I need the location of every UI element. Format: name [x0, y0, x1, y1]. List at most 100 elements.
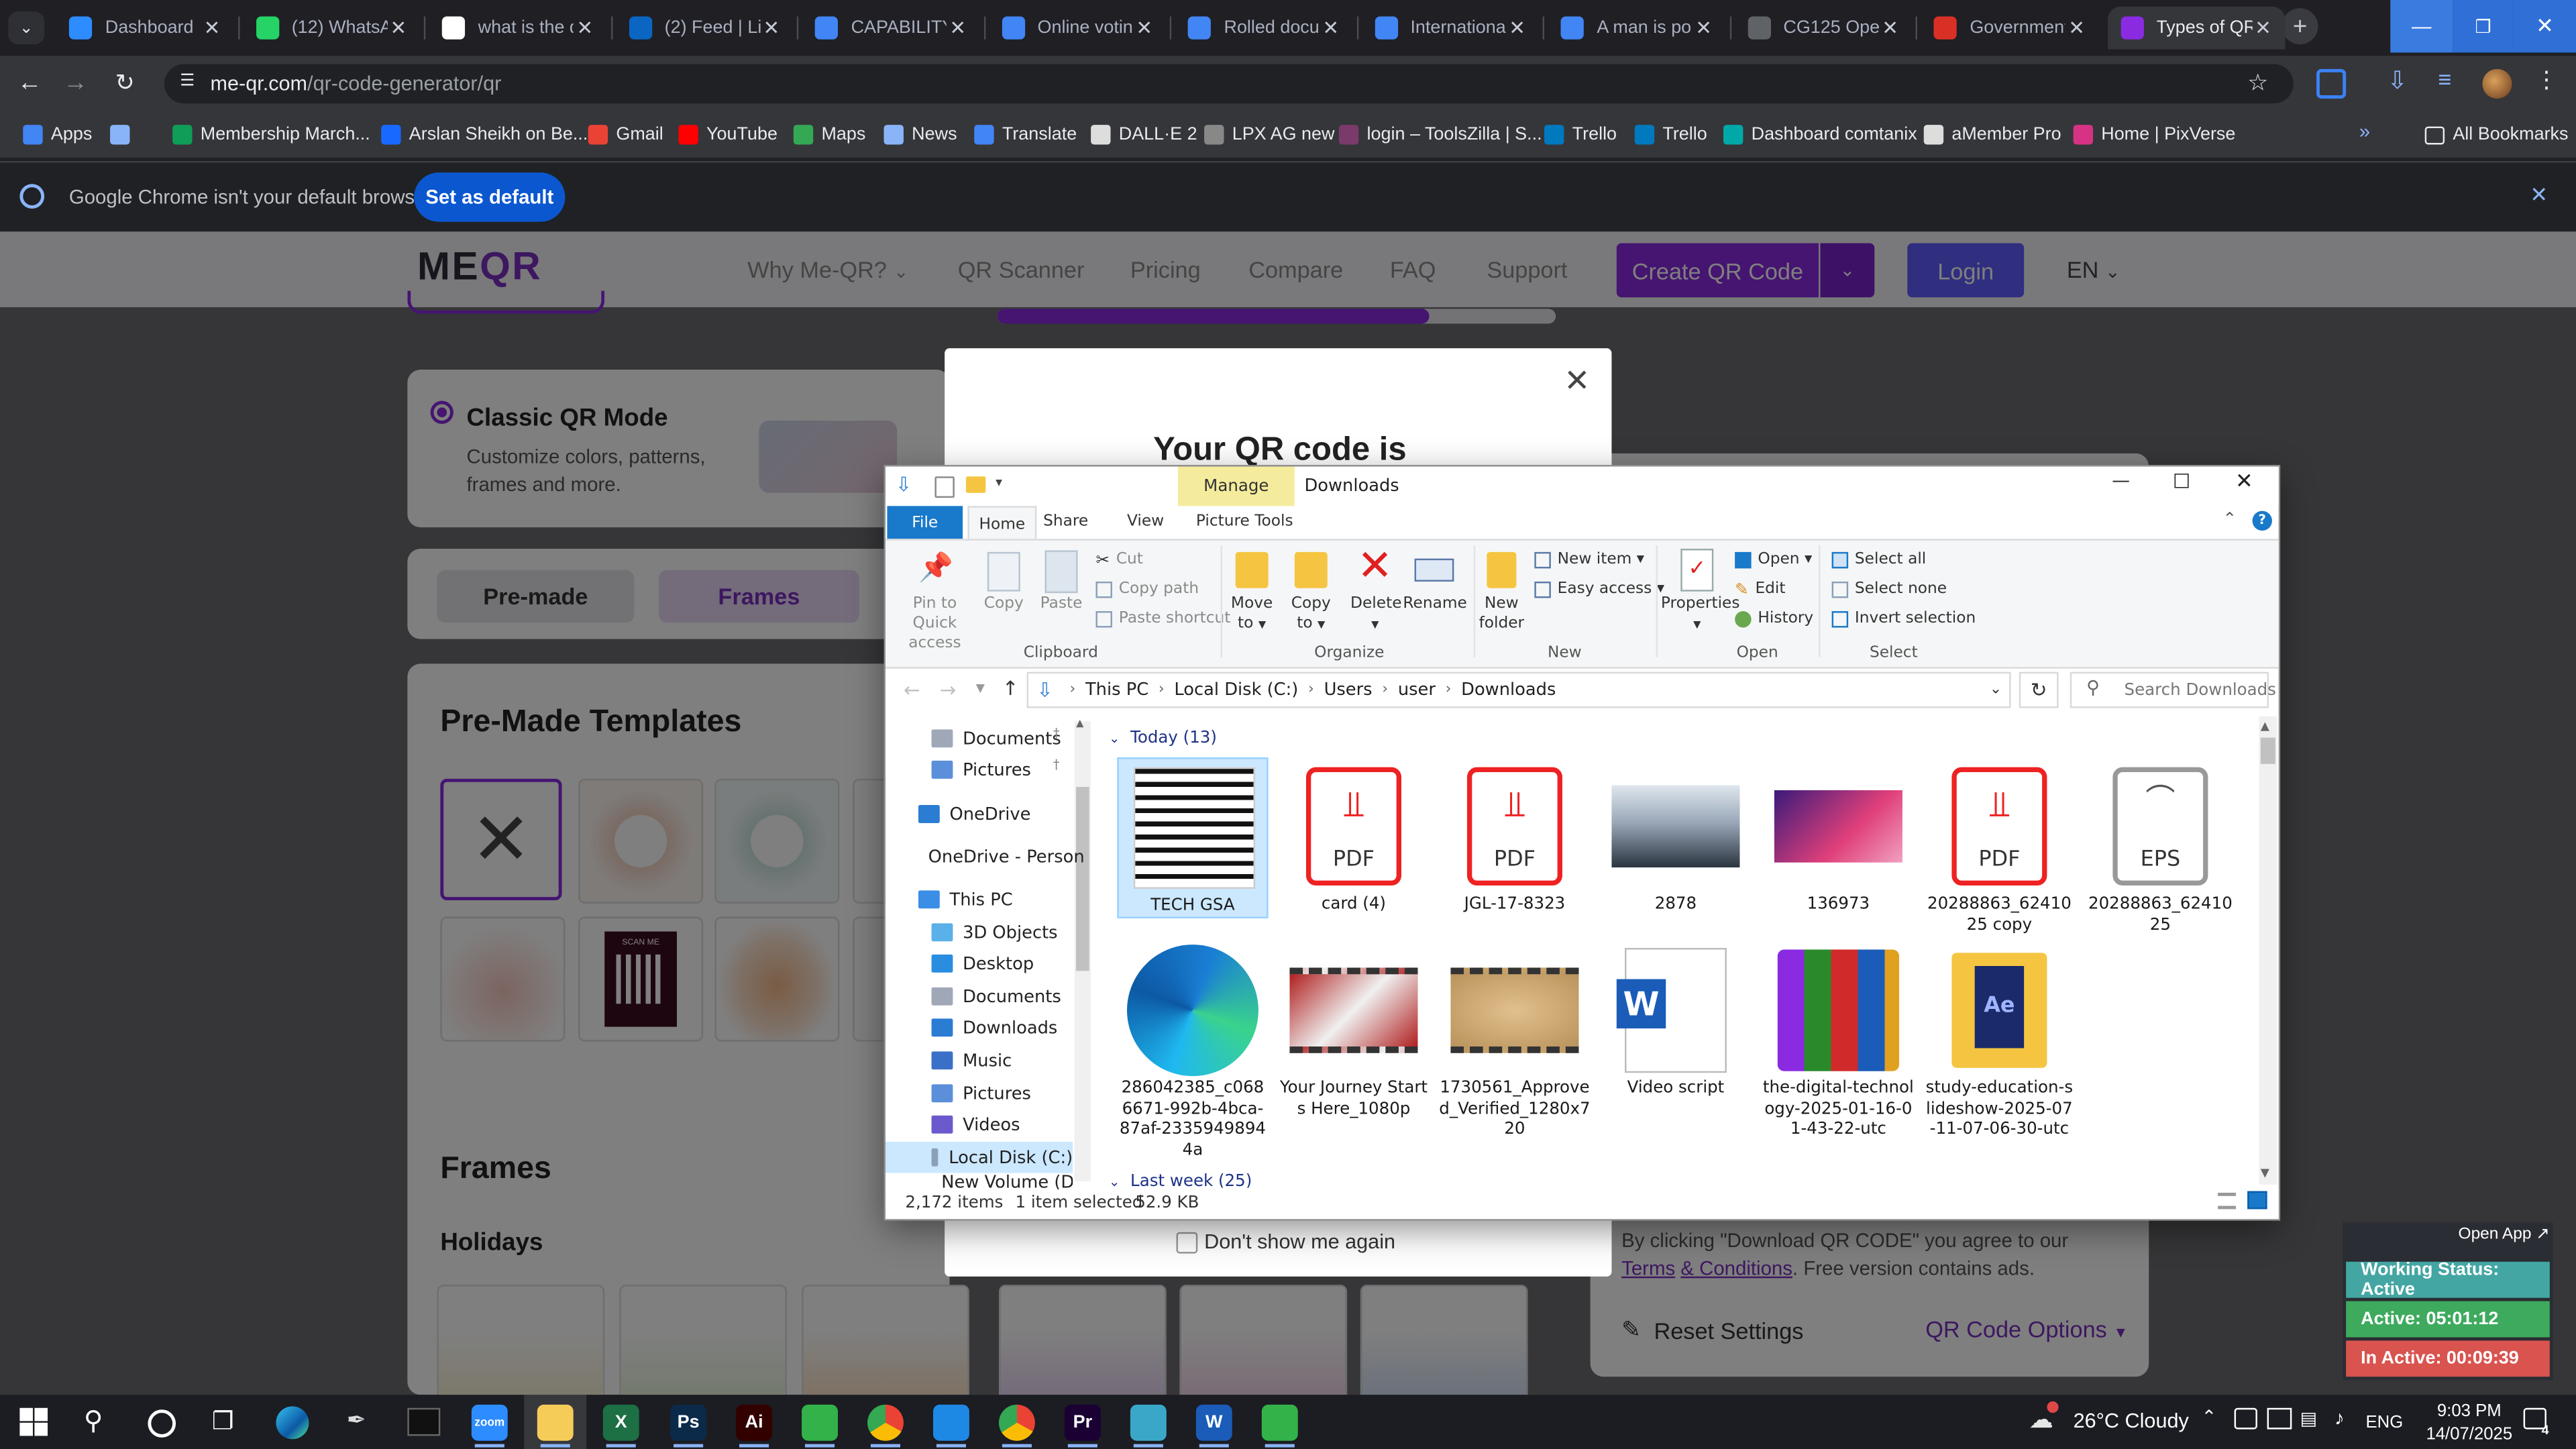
browser-tab[interactable]: Online voting ✕	[988, 7, 1165, 50]
illustrator-icon[interactable]: Ai	[736, 1404, 773, 1441]
site-nav-item[interactable]: Support	[1487, 256, 1567, 282]
file-item[interactable]: 2878	[1600, 757, 1751, 916]
pin-icon[interactable]: †	[1053, 726, 1060, 741]
bookmarks-overflow-icon[interactable]: »	[2359, 120, 2370, 143]
properties-button[interactable]: Properties ▼	[1661, 595, 1740, 636]
breadcrumb-item[interactable]: Downloads	[1461, 680, 1556, 700]
nav-item[interactable]: Music	[885, 1045, 1073, 1077]
explorer-minimize-button[interactable]: —	[2101, 470, 2141, 502]
browser-tab[interactable]: (2) Feed | Lin✕	[615, 7, 792, 50]
address-dropdown-icon[interactable]: ⌄	[1990, 682, 2002, 698]
large-icons-view-icon[interactable]	[2247, 1191, 2267, 1210]
qat-customize-icon[interactable]: ▾	[996, 475, 1002, 490]
nav-item[interactable]: OneDrive - Person	[885, 841, 1085, 873]
paste-shortcut-button[interactable]: Paste shortcut	[1095, 610, 1230, 628]
paste-button[interactable]: Paste	[1036, 595, 1085, 613]
forward-button[interactable]: →	[59, 69, 92, 99]
browser-tab[interactable]: International ✕	[1361, 7, 1538, 50]
download-icon[interactable]: ⇩	[2387, 66, 2408, 95]
explorer-maximize-button[interactable]: ☐	[2162, 470, 2202, 502]
file-item[interactable]: 1730561_Approved_Verified_1280x720	[1439, 941, 1591, 1141]
chrome-menu-icon[interactable]: ⋮	[2535, 66, 2558, 94]
easy-access-button[interactable]: Easy access ▼	[1534, 580, 1664, 598]
tab-close-icon[interactable]: ✕	[201, 16, 223, 39]
ribbon-collapse-icon[interactable]: ⌃	[2222, 511, 2237, 529]
bookmark-item[interactable]: YouTube	[678, 121, 777, 148]
nav-item[interactable]: New Volume (D:)	[885, 1173, 1073, 1189]
nav-item[interactable]: Documents	[885, 981, 1073, 1012]
clock-date[interactable]: 14/07/2025	[2422, 1424, 2517, 1444]
greenshot-icon[interactable]	[802, 1404, 838, 1441]
network-icon[interactable]	[2267, 1407, 2292, 1430]
browser-tab[interactable]: Dashboard ✕	[56, 7, 233, 50]
tab-close-icon[interactable]: ✕	[1320, 16, 1342, 39]
excel-icon[interactable]: X	[602, 1404, 639, 1441]
nav-item[interactable]: Local Disk (C:)	[885, 1142, 1073, 1173]
site-nav-item[interactable]: Pricing	[1130, 256, 1201, 282]
file-item[interactable]: the-digital-technology-2025-01-16-01-43-…	[1763, 941, 1914, 1141]
terminal-taskbar-icon[interactable]	[407, 1407, 441, 1436]
wifi-icon[interactable]: ▤	[2300, 1408, 2317, 1429]
infobar-close-icon[interactable]: ✕	[2530, 182, 2548, 209]
site-nav-item[interactable]: Why Me-QR? ⌄	[747, 256, 908, 282]
chrome-alt-icon[interactable]	[998, 1404, 1035, 1441]
file-list-scroll-thumb[interactable]	[2260, 737, 2275, 764]
browser-tab[interactable]: Types of QR ✕	[2106, 6, 2285, 50]
breadcrumb-separator-icon[interactable]: ›	[1159, 682, 1165, 698]
site-nav-item[interactable]: QR Scanner	[958, 256, 1085, 282]
nav-up-button[interactable]: ↑	[1002, 677, 1019, 700]
breadcrumb-separator-icon[interactable]: ›	[1382, 682, 1388, 698]
ribbon-tab-share[interactable]: Share	[1043, 513, 1088, 531]
quick-access-down-arrow-icon[interactable]: ⇩	[896, 473, 912, 496]
bookmark-item[interactable]: Arslan Sheikh on Be...	[381, 121, 588, 148]
file-scroll-up-icon[interactable]: ▲	[2261, 720, 2269, 733]
nav-item[interactable]: This PC	[885, 884, 1073, 916]
nav-item[interactable]: Pictures	[885, 1078, 1073, 1110]
bookmark-item[interactable]: Dashboard comtanix	[1723, 121, 1917, 148]
file-item[interactable]: 286042385_c0686671-992b-4bca-87af-233594…	[1117, 941, 1268, 1161]
extension-icon[interactable]	[2316, 68, 2347, 99]
bookmark-item[interactable]: News	[883, 121, 957, 148]
window-minimize-button[interactable]: —	[2390, 0, 2453, 53]
breadcrumb-separator-icon[interactable]: ›	[1069, 682, 1075, 698]
recent-locations-icon[interactable]: ▼	[976, 682, 985, 695]
file-item[interactable]: ⫫ PDF JGL-17-8323	[1439, 757, 1590, 916]
ribbon-tab-file[interactable]: File	[887, 506, 963, 539]
nav-item[interactable]: Documents †	[885, 723, 1073, 755]
browser-tab[interactable]: (12) WhatsApp✕	[242, 7, 419, 50]
word-icon[interactable]: W	[1195, 1404, 1232, 1441]
file-item[interactable]: ⫫ PDF card (4)	[1278, 757, 1429, 916]
media-controls-icon[interactable]: ≡	[2438, 66, 2451, 92]
zoom-app-icon[interactable]: zoom	[471, 1404, 508, 1441]
chrome-icon[interactable]	[867, 1404, 904, 1441]
tab-close-icon[interactable]: ✕	[387, 16, 410, 39]
tab-close-icon[interactable]: ✕	[760, 16, 783, 39]
tab-close-icon[interactable]: ✕	[1692, 16, 1715, 39]
breadcrumb-separator-icon[interactable]: ›	[1308, 682, 1314, 698]
pen-taskbar-icon[interactable]: ✒	[347, 1406, 366, 1434]
browser-tab[interactable]: CG125 Open✕	[1734, 7, 1911, 50]
bookmark-item[interactable]: aMember Pro	[1923, 121, 2061, 148]
window-restore-button[interactable]: ❐	[2453, 0, 2514, 53]
browser-tab[interactable]: Government ✕	[1921, 7, 2098, 50]
bookmark-item[interactable]: Translate	[974, 121, 1077, 148]
cortana-icon[interactable]	[148, 1409, 176, 1438]
copy-to-button[interactable]: Copy to ▼	[1283, 595, 1339, 636]
bookmark-item[interactable]: Trello	[1634, 121, 1707, 148]
file-item[interactable]: ⫫ PDF 20288863_6241025 copy	[1924, 757, 2075, 936]
nav-item[interactable]: OneDrive	[885, 798, 1073, 830]
tray-overflow-icon[interactable]: ⌃	[2202, 1406, 2217, 1428]
tab-close-icon[interactable]: ✕	[947, 16, 969, 39]
file-item[interactable]: Your Journey Starts Here_1080p	[1278, 941, 1429, 1120]
vscode-icon[interactable]	[933, 1404, 969, 1441]
bookmark-item[interactable]: DALL·E 2	[1091, 121, 1197, 148]
cut-button[interactable]: ✂ Cut	[1095, 550, 1142, 569]
edit-button[interactable]: ✎ Edit	[1735, 580, 1785, 598]
move-to-button[interactable]: Move to ▼	[1224, 595, 1279, 636]
tab-close-icon[interactable]: ✕	[1133, 16, 1156, 39]
input-language[interactable]: ENG	[2366, 1413, 2404, 1432]
rename-button[interactable]: Rename	[1403, 595, 1466, 613]
refresh-button[interactable]: ↻	[2019, 672, 2059, 708]
tab-close-icon[interactable]: ✕	[1878, 16, 1901, 39]
new-tab-button[interactable]: +	[2282, 8, 2318, 45]
